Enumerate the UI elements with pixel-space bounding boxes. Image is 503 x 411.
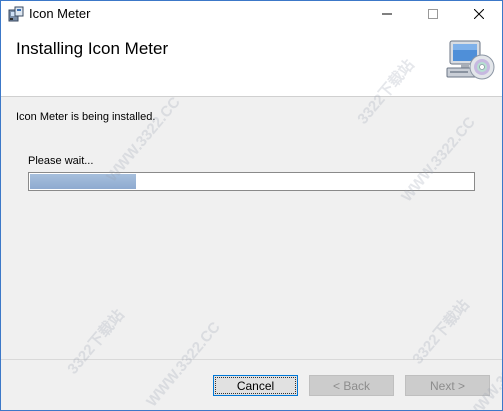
install-status-text: Icon Meter is being installed. — [16, 111, 156, 123]
close-icon — [474, 9, 484, 19]
installer-icon — [8, 6, 24, 22]
window-title: Icon Meter — [29, 6, 91, 21]
content-area: Icon Meter is being installed. Please wa… — [1, 97, 502, 359]
minimize-icon — [382, 13, 392, 15]
maximize-icon — [428, 9, 438, 19]
close-button[interactable] — [456, 1, 502, 27]
cancel-button[interactable]: Cancel — [213, 375, 298, 396]
title-bar[interactable]: Icon Meter — [1, 1, 502, 27]
header-banner: Installing Icon Meter — [1, 27, 502, 97]
computer-disc-icon — [444, 39, 496, 83]
progress-fill — [30, 174, 136, 189]
installer-window: Icon Meter Installing Icon Meter Icon Me… — [0, 0, 503, 411]
minimize-button[interactable] — [364, 1, 410, 27]
back-button[interactable]: < Back — [309, 375, 394, 396]
page-title: Installing Icon Meter — [16, 39, 169, 58]
wait-label: Please wait... — [28, 155, 94, 167]
footer-divider — [1, 359, 502, 360]
progress-bar — [28, 172, 475, 191]
maximize-button[interactable] — [410, 1, 456, 27]
next-button[interactable]: Next > — [405, 375, 490, 396]
